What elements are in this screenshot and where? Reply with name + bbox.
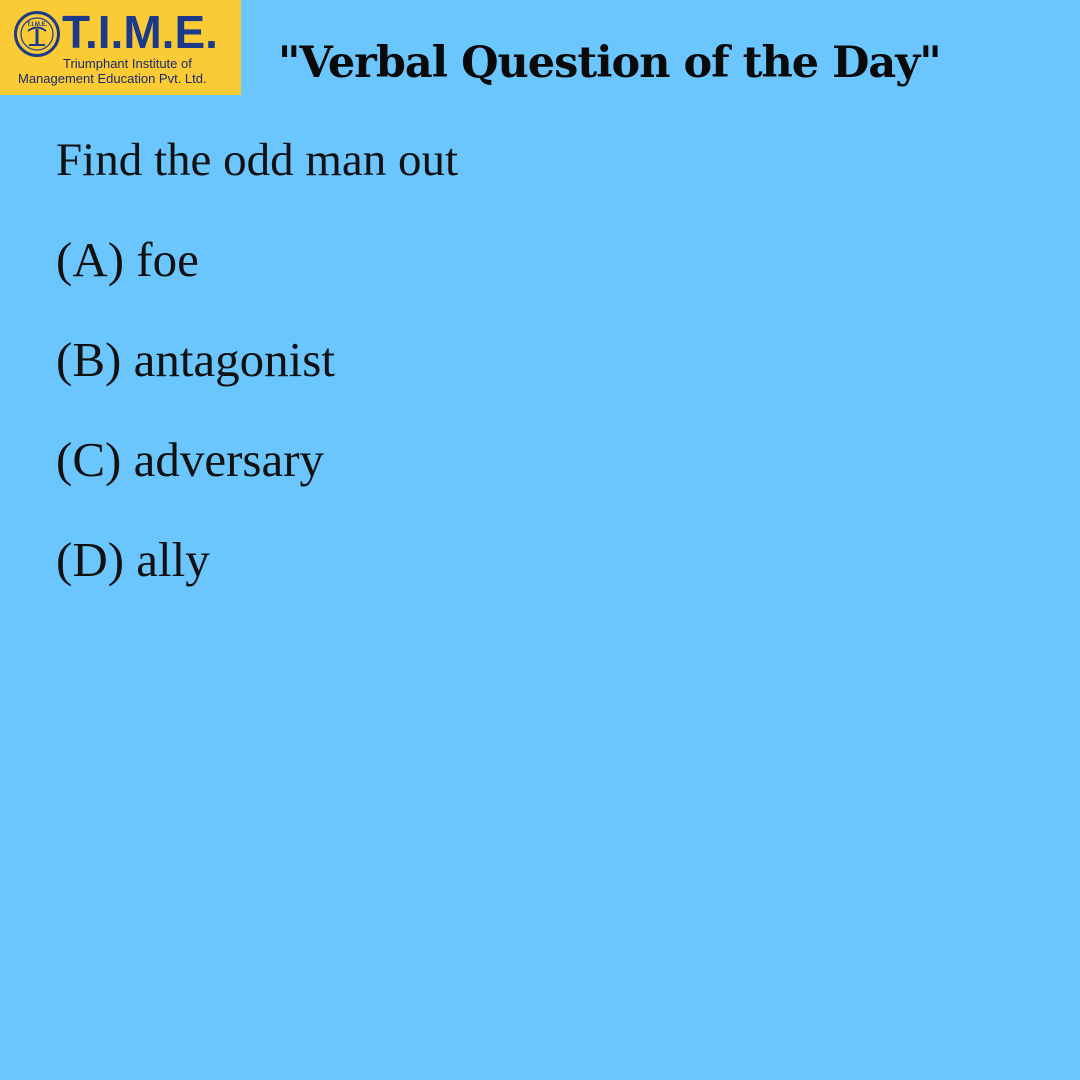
logo-subtitle-line2: Management Education Pvt. Ltd. (18, 71, 207, 86)
options-list: (A) foe (B) antagonist (C) adversary (D)… (56, 228, 335, 628)
logo-wordmark: T.I.M.E. (62, 6, 218, 58)
time-emblem-icon: T.I.M.E. (14, 11, 60, 57)
logo-subtitle-line1: Triumphant Institute of (63, 56, 192, 71)
page-title: "Verbal Question of the Day" (278, 38, 942, 88)
question-text: Find the odd man out (56, 134, 459, 186)
logo: T.I.M.E. T.I.M.E. Triumphant Institute o… (0, 0, 241, 95)
option-b: (B) antagonist (56, 332, 335, 387)
option-c: (C) adversary (56, 432, 325, 487)
option-a: (A) foe (56, 232, 199, 287)
option-d: (D) ally (56, 532, 210, 587)
